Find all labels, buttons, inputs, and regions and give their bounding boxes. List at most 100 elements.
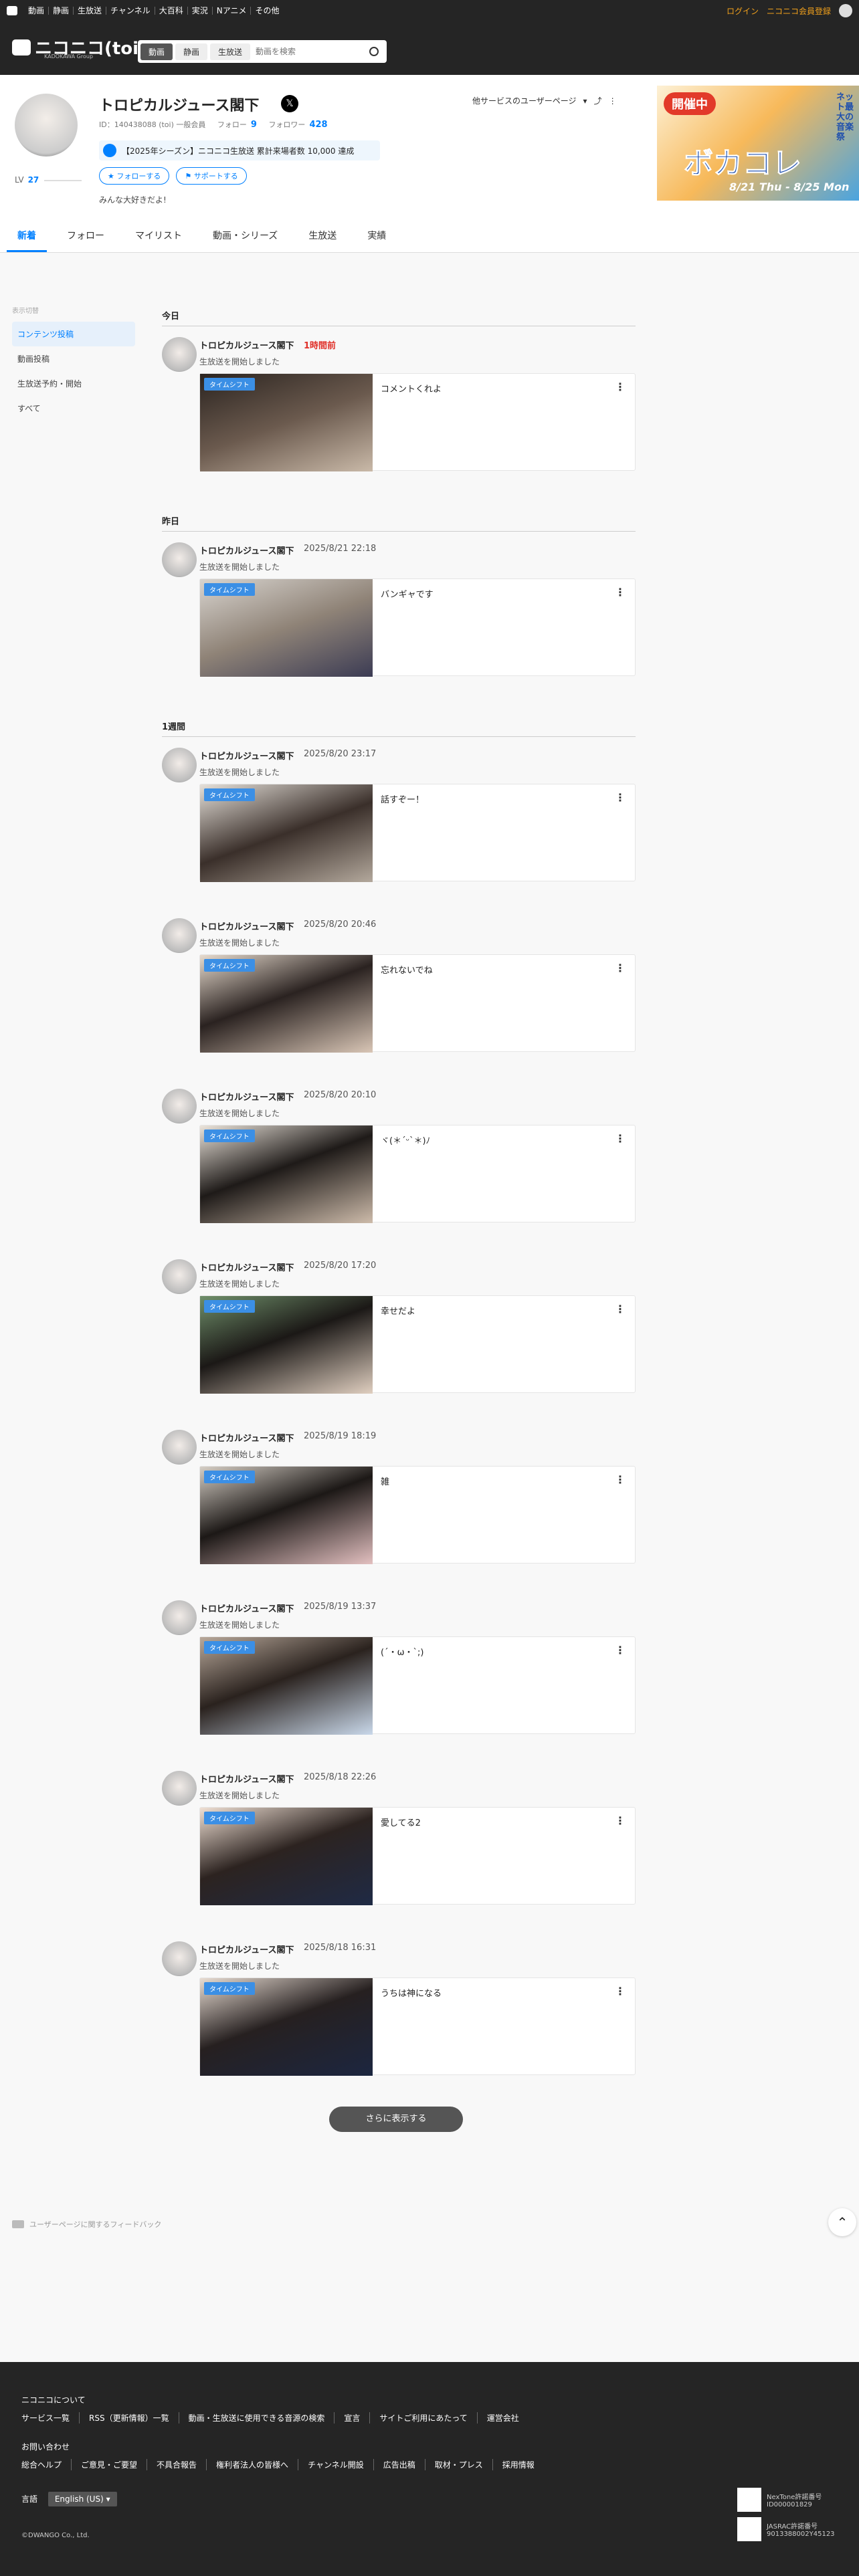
live-title[interactable]: コメントくれよ [381, 382, 442, 395]
other-services-dropdown[interactable]: 他サービスのユーザーページ ▾ ⤴ ⋮ [472, 95, 617, 106]
live-thumbnail[interactable]: タイムシフト [200, 1808, 373, 1905]
search-tab-image[interactable]: 静画 [175, 43, 208, 60]
footer-link[interactable]: サービス一覧 [21, 2412, 79, 2424]
live-title[interactable]: 忘れないでね [381, 963, 433, 976]
live-thumbnail[interactable]: タイムシフト [200, 1467, 373, 1564]
profile-tab[interactable]: 動画・シリーズ [202, 222, 288, 252]
entry-avatar[interactable] [162, 1089, 197, 1123]
more-menu-icon[interactable]: ⋮ [615, 1303, 626, 1315]
search-input[interactable] [256, 47, 369, 56]
footer-link[interactable]: 広告出稿 [373, 2459, 425, 2470]
live-title[interactable]: 愛してる2 [381, 1816, 421, 1828]
live-title[interactable]: ヾ(＊´ᵕ`＊)ﾉ [381, 1134, 430, 1146]
entry-user-name[interactable]: トロピカルジュース閣下 [199, 1090, 294, 1103]
live-title[interactable]: 幸せだよ [381, 1304, 415, 1317]
scroll-to-top-button[interactable]: ⌃ [828, 2208, 856, 2236]
live-thumbnail[interactable]: タイムシフト [200, 1296, 373, 1394]
live-title[interactable]: 雑 [381, 1475, 389, 1487]
live-card[interactable]: タイムシフト コメントくれよ ⋮ [199, 373, 636, 471]
global-nav-item[interactable]: 静画 [49, 7, 74, 15]
entry-avatar[interactable] [162, 748, 197, 782]
live-card[interactable]: タイムシフト バンギャです ⋮ [199, 578, 636, 677]
live-thumbnail[interactable]: タイムシフト [200, 1978, 373, 2076]
live-card[interactable]: タイムシフト 雑 ⋮ [199, 1466, 636, 1564]
live-title[interactable]: 話すぞー！ [381, 792, 424, 805]
entry-user-name[interactable]: トロピカルジュース閣下 [199, 1772, 294, 1785]
live-thumbnail[interactable]: タイムシフト [200, 955, 373, 1053]
follow-count[interactable]: 9 [251, 120, 257, 130]
global-nav-item[interactable]: 動画 [24, 7, 50, 15]
live-thumbnail[interactable]: タイムシフト [200, 1637, 373, 1735]
footer-link[interactable]: 権利者法人の皆様へ [206, 2459, 298, 2470]
live-card[interactable]: タイムシフト 忘れないでね ⋮ [199, 954, 636, 1053]
live-thumbnail[interactable]: タイムシフト [200, 784, 373, 882]
footer-link[interactable]: 取材・プレス [424, 2459, 492, 2470]
live-card[interactable]: タイムシフト 幸せだよ ⋮ [199, 1295, 636, 1394]
show-more-button[interactable]: さらに表示する [329, 2107, 463, 2132]
entry-avatar[interactable] [162, 542, 197, 577]
entry-avatar[interactable] [162, 337, 197, 372]
profile-tab[interactable]: 生放送 [298, 222, 347, 252]
footer-link[interactable]: 動画・生放送に使用できる音源の検索 [178, 2412, 335, 2424]
entry-user-name[interactable]: トロピカルジュース閣下 [199, 1431, 294, 1444]
support-button[interactable]: ⚑ サポートする [176, 167, 247, 185]
live-thumbnail[interactable]: タイムシフト [200, 374, 373, 471]
more-menu-icon[interactable]: ⋮ [615, 1132, 626, 1145]
footer-link[interactable]: サイトご利用にあたって [369, 2412, 476, 2424]
filter-item[interactable]: 生放送予約・開始 [12, 371, 135, 396]
footer-link[interactable]: ご意見・ご要望 [71, 2459, 147, 2470]
footer-link[interactable]: 総合ヘルプ [21, 2459, 71, 2470]
footer-link[interactable]: 採用情報 [492, 2459, 544, 2470]
live-thumbnail[interactable]: タイムシフト [200, 579, 373, 677]
more-menu-icon[interactable]: ⋮ [615, 586, 626, 599]
filter-item[interactable]: すべて [12, 396, 135, 421]
footer-link[interactable]: 宣言 [334, 2412, 369, 2424]
share-icon[interactable]: ⤴ [594, 95, 602, 106]
live-card[interactable]: タイムシフト ヾ(＊´ᵕ`＊)ﾉ ⋮ [199, 1125, 636, 1223]
live-card[interactable]: タイムシフト うちは神になる ⋮ [199, 1977, 636, 2076]
language-select[interactable]: English (US) ▾ [47, 2492, 117, 2506]
entry-avatar[interactable] [162, 1430, 197, 1465]
filter-item[interactable]: 動画投稿 [12, 346, 135, 371]
login-link[interactable]: ログイン [727, 5, 759, 17]
live-card[interactable]: タイムシフト 話すぞー！ ⋮ [199, 784, 636, 882]
footer-link[interactable]: 運営会社 [476, 2412, 529, 2424]
global-nav-item[interactable]: その他 [251, 7, 283, 15]
search-tab-live[interactable]: 生放送 [210, 43, 251, 60]
live-card[interactable]: タイムシフト 愛してる2 ⋮ [199, 1807, 636, 1905]
entry-user-name[interactable]: トロピカルジュース閣下 [199, 920, 294, 932]
entry-avatar[interactable] [162, 1600, 197, 1635]
follower-count[interactable]: 428 [309, 120, 327, 130]
achievement-badge[interactable]: 【2025年シーズン】ニコニコ生放送 累計来場者数 10,000 達成 [99, 140, 380, 160]
footer-link[interactable]: チャンネル開設 [298, 2459, 373, 2470]
vocacolle-banner[interactable]: 開催中 ボカコレ 8/21 Thu - 8/25 Mon ネット最大の音楽祭 [657, 86, 859, 201]
more-menu-icon[interactable]: ⋮ [615, 791, 626, 804]
niconico-mini-icon[interactable] [7, 6, 17, 15]
profile-tab[interactable]: 実績 [357, 222, 397, 252]
entry-user-name[interactable]: トロピカルジュース閣下 [199, 544, 294, 556]
profile-tab[interactable]: 新着 [7, 222, 47, 252]
filter-item[interactable]: コンテンツ投稿 [12, 322, 135, 346]
niconico-logo[interactable]: ニコニコ(toi) KADOKAWA Group [12, 35, 147, 60]
feedback-link[interactable]: ユーザーページに関するフィードバック [12, 2219, 161, 2230]
profile-tab[interactable]: フォロー [56, 222, 115, 252]
register-link[interactable]: ニコニコ会員登録 [767, 5, 831, 17]
more-menu-icon[interactable]: ⋮ [615, 962, 626, 974]
entry-user-name[interactable]: トロピカルジュース閣下 [199, 749, 294, 762]
footer-link[interactable]: RSS（更新情報）一覧 [79, 2412, 179, 2424]
entry-avatar[interactable] [162, 1941, 197, 1976]
live-thumbnail[interactable]: タイムシフト [200, 1125, 373, 1223]
more-menu-icon[interactable]: ⋮ [609, 96, 617, 106]
entry-user-name[interactable]: トロピカルジュース閣下 [199, 1943, 294, 1955]
more-menu-icon[interactable]: ⋮ [615, 1985, 626, 1998]
footer-link[interactable]: 不具合報告 [147, 2459, 206, 2470]
live-title[interactable]: うちは神になる [381, 1986, 442, 1999]
entry-user-name[interactable]: トロピカルジュース閣下 [199, 1602, 294, 1614]
global-nav-item[interactable]: Nアニメ [213, 7, 252, 15]
search-tab-video[interactable]: 動画 [140, 43, 173, 60]
user-avatar-icon[interactable] [839, 4, 852, 17]
more-menu-icon[interactable]: ⋮ [615, 381, 626, 393]
more-menu-icon[interactable]: ⋮ [615, 1814, 626, 1827]
global-nav-item[interactable]: 大百科 [155, 7, 188, 15]
entry-user-name[interactable]: トロピカルジュース閣下 [199, 338, 294, 351]
